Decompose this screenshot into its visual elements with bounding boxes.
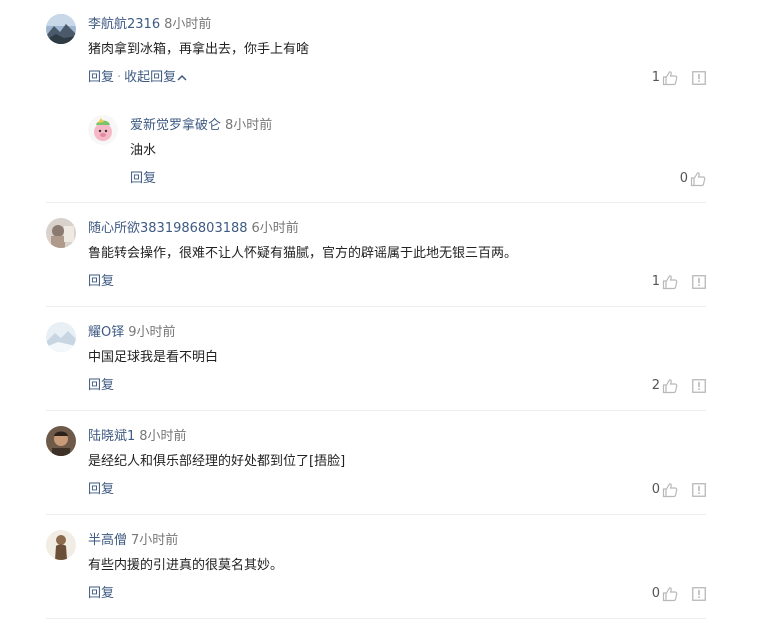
divider <box>46 202 706 203</box>
comment-item: 随心所欲3831986803188 6小时前 鲁能转会操作，很难不让人怀疑有猫腻，… <box>46 218 706 298</box>
thumbs-up-icon[interactable] <box>662 70 678 86</box>
like-control: 2 <box>652 377 678 395</box>
timestamp: 6小时前 <box>251 221 299 236</box>
like-count: 1 <box>651 70 660 85</box>
cartoon-pig-avatar-icon <box>88 115 118 145</box>
figure-photo-avatar-icon <box>46 530 76 560</box>
comment-item: 耀O铎 9小时前 中国足球我是看不明白 回复 2 <box>46 322 706 402</box>
comment-header: 李航航2316 8小时前 <box>88 16 211 34</box>
comment-actions: 回复 <box>88 377 114 395</box>
reply-button[interactable]: 回复 <box>88 586 114 601</box>
report-icon[interactable] <box>692 587 706 601</box>
comment-actions: 回复 <box>88 273 114 291</box>
reply-button[interactable]: 回复 <box>130 171 156 186</box>
username[interactable]: 爱新觉罗拿破仑 <box>130 118 221 133</box>
like-control: 1 <box>652 69 678 87</box>
comment-actions: 回复 <box>130 170 156 188</box>
comment-header: 半高僧 7小时前 <box>88 532 178 550</box>
thumbs-up-icon[interactable] <box>662 586 678 602</box>
like-control: 1 <box>652 273 678 291</box>
username[interactable]: 李航航2316 <box>88 17 160 32</box>
user-avatar[interactable] <box>46 218 76 248</box>
like-count: 0 <box>651 482 660 497</box>
comment-text: 是经纪人和俱乐部经理的好处都到位了[捂脸] <box>88 454 346 469</box>
comment-header: 耀O铎 9小时前 <box>88 324 176 342</box>
user-avatar[interactable] <box>46 530 76 560</box>
timestamp: 8小时前 <box>225 118 273 133</box>
comment-header: 陆晓斌1 8小时前 <box>88 428 187 446</box>
thumbs-up-icon[interactable] <box>662 482 678 498</box>
like-count: 0 <box>679 171 688 186</box>
separator-dot: · <box>117 70 122 85</box>
report-icon[interactable] <box>692 379 706 393</box>
reply-button[interactable]: 回复 <box>88 70 114 85</box>
divider <box>46 410 706 411</box>
user-avatar[interactable] <box>46 14 76 44</box>
collapse-replies-label: 收起回复 <box>124 70 177 85</box>
comment-header: 随心所欲3831986803188 6小时前 <box>88 220 299 238</box>
report-icon[interactable] <box>692 71 706 85</box>
comment-text: 有些内援的引进真的很莫名其妙。 <box>88 558 284 573</box>
comment-actions: 回复 · 收起回复 <box>88 69 187 87</box>
comment-text: 油水 <box>130 143 157 158</box>
divider <box>46 618 706 619</box>
photo-avatar-icon <box>46 218 76 248</box>
comment-text: 中国足球我是看不明白 <box>88 350 219 365</box>
thumbs-up-icon[interactable] <box>690 171 706 187</box>
user-avatar[interactable] <box>46 322 76 352</box>
like-count: 0 <box>651 586 660 601</box>
thumbs-up-icon[interactable] <box>662 274 678 290</box>
reply-button[interactable]: 回复 <box>88 274 114 289</box>
username[interactable]: 随心所欲3831986803188 <box>88 221 248 236</box>
mountain-landscape-avatar-icon <box>46 14 76 44</box>
comment-item: 陆晓斌1 8小时前 是经纪人和俱乐部经理的好处都到位了[捂脸] 回复 0 <box>46 426 706 506</box>
reply-button[interactable]: 回复 <box>88 482 114 497</box>
comment-actions: 回复 <box>88 585 114 603</box>
user-avatar[interactable] <box>46 426 76 456</box>
timestamp: 9小时前 <box>128 325 176 340</box>
timestamp: 8小时前 <box>164 17 212 32</box>
divider <box>46 306 706 307</box>
report-icon[interactable] <box>692 275 706 289</box>
thumbs-up-icon[interactable] <box>662 378 678 394</box>
chevron-up-icon <box>177 74 187 81</box>
comment-actions: 回复 <box>88 481 114 499</box>
collapse-replies-button[interactable]: 收起回复 <box>124 70 187 85</box>
comment-text: 鲁能转会操作，很难不让人怀疑有猫腻，官方的辟谣属于此地无银三百两。 <box>88 246 518 261</box>
like-control: 0 <box>652 585 678 603</box>
comment-header: 爱新觉罗拿破仑 8小时前 <box>130 117 272 135</box>
snowy-landscape-avatar-icon <box>46 322 76 352</box>
reply-button[interactable]: 回复 <box>88 378 114 393</box>
comment-text: 猪肉拿到冰箱，再拿出去，你手上有啥 <box>88 42 310 57</box>
username[interactable]: 耀O铎 <box>88 325 124 340</box>
reply-item: 爱新觉罗拿破仑 8小时前 油水 回复 0 <box>88 115 706 190</box>
comment-item: 半高僧 7小时前 有些内援的引进真的很莫名其妙。 回复 0 <box>46 530 706 610</box>
like-count: 1 <box>651 274 660 289</box>
like-control: 0 <box>652 481 678 499</box>
report-icon[interactable] <box>692 483 706 497</box>
username[interactable]: 半高僧 <box>88 533 127 548</box>
person-photo-avatar-icon <box>46 426 76 456</box>
username[interactable]: 陆晓斌1 <box>88 429 135 444</box>
timestamp: 7小时前 <box>131 533 179 548</box>
user-avatar[interactable] <box>88 115 118 145</box>
timestamp: 8小时前 <box>139 429 187 444</box>
divider <box>46 514 706 515</box>
like-count: 2 <box>651 378 660 393</box>
like-control: 0 <box>680 170 706 188</box>
comment-item: 李航航2316 8小时前 猪肉拿到冰箱，再拿出去，你手上有啥 回复 · 收起回复 1 <box>46 14 706 94</box>
